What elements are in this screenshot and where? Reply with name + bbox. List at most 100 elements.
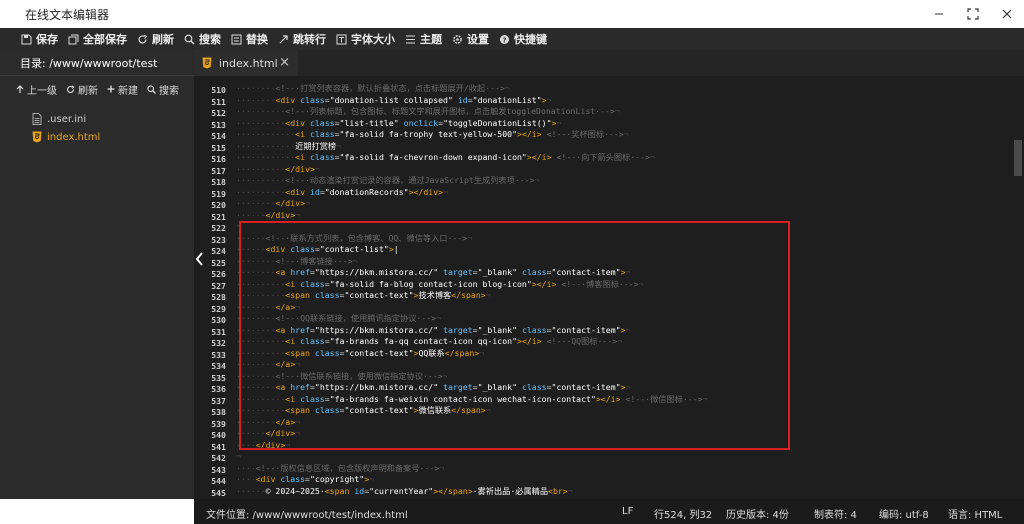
code-editor[interactable]: 510 511 512 513 514 515 516 517 518 519 … [194, 76, 1024, 499]
code-line[interactable]: ··········</div>¬ [236, 164, 320, 175]
refresh-icon [136, 33, 149, 46]
line-number: 539 [211, 418, 226, 429]
line-number: 543 [211, 464, 226, 475]
save-all-icon [67, 33, 80, 46]
line-number: 519 [211, 188, 226, 199]
code-line[interactable]: ····<div class="copyright">¬ [236, 474, 374, 485]
code-line[interactable]: ··········<!--·动态渲染打赏记录的容器，通过JavaScript生… [236, 175, 539, 186]
refresh-icon [66, 84, 75, 93]
vertical-scrollbar[interactable] [1011, 76, 1024, 499]
line-number: 510 [211, 85, 226, 95]
line-ending[interactable]: LF [622, 506, 633, 517]
highlight-annotation-box [239, 221, 790, 450]
parent-dir-label: 上一级 [27, 85, 57, 97]
refresh-label: 刷新 [152, 33, 174, 46]
shortcut-icon: ? [498, 33, 511, 46]
file-item-user-ini[interactable]: .user.ini [0, 110, 194, 128]
file-item-index-html[interactable]: index.html [0, 128, 194, 146]
title-bar: 在线文本编辑器 [0, 0, 1024, 28]
line-number: 538 [211, 407, 226, 417]
code-line[interactable]: ··········<!--·列表标题，包含图标、标题文字和展开图标，点击触发t… [236, 106, 620, 117]
line-number: 525 [211, 257, 226, 268]
line-number: 526 [211, 269, 226, 279]
sidebar-actions: 上一级 刷新 新建 搜索 [0, 76, 194, 102]
line-number: 514 [211, 131, 226, 141]
code-line[interactable]: ······</div>¬ [236, 210, 300, 221]
language[interactable]: 语言: HTML [948, 506, 1002, 521]
sidebar-search-label: 搜索 [159, 85, 179, 97]
line-number: 527 [211, 280, 226, 291]
refresh-button[interactable]: 刷新 [136, 28, 183, 50]
save-icon [20, 33, 33, 46]
file-location: 文件位置: /www/wwwroot/test/index.html [206, 510, 408, 521]
code-line[interactable]: ¬ [236, 451, 241, 462]
replace-button[interactable]: 替换 [230, 28, 277, 50]
search-icon [183, 33, 196, 46]
code-line[interactable]: ··········<div class="list-title" onclic… [236, 118, 561, 129]
replace-icon [230, 33, 243, 46]
arrow-up-icon [16, 84, 24, 93]
tab-bar: index.html × [194, 50, 1024, 76]
line-number: 517 [211, 165, 226, 176]
tab-size[interactable]: 制表符: 4 [814, 506, 857, 521]
settings-icon [451, 33, 464, 46]
line-number: 531 [211, 326, 226, 337]
cursor-position[interactable]: 行524, 列32 [654, 506, 712, 521]
code-line[interactable]: ········</div>¬ [236, 198, 310, 209]
save-button[interactable]: 保存 [20, 28, 67, 50]
save-label: 保存 [36, 33, 58, 46]
theme-button[interactable]: 主题 [404, 28, 451, 50]
line-number: 524 [211, 246, 226, 256]
window-title: 在线文本编辑器 [25, 7, 110, 22]
fullscreen-button[interactable] [956, 0, 990, 28]
line-number: 540 [211, 430, 226, 440]
settings-button[interactable]: 设置 [451, 28, 498, 50]
directory-path: 目录: /www/wwwroot/test [0, 50, 194, 76]
save-all-button[interactable]: 全部保存 [67, 28, 136, 50]
goto-line-button[interactable]: 跳转行 [277, 28, 335, 50]
sidebar-refresh-button[interactable]: 刷新 [66, 82, 98, 97]
settings-label: 设置 [467, 33, 489, 46]
code-line[interactable]: ············<i class="fa-solid fa-chevro… [236, 152, 655, 163]
parent-dir-button[interactable]: 上一级 [16, 82, 57, 97]
line-number: 544 [211, 476, 226, 486]
close-icon [1002, 9, 1012, 19]
tab-label: index.html [219, 56, 278, 70]
code-line[interactable]: ··········<div id="donationRecords"></di… [236, 187, 448, 198]
code-line[interactable]: ············近期打赏榜¬ [236, 141, 341, 152]
window-controls [922, 0, 1024, 28]
shortcut-button[interactable]: ? 快捷键 [498, 28, 556, 50]
history-versions[interactable]: 历史版本: 4份 [726, 506, 789, 521]
collapse-sidebar-toggle[interactable] [195, 251, 205, 269]
line-number: 542 [211, 453, 226, 463]
code-line[interactable]: ········<!--·打赏列表容器，默认折叠状态，点击标题展开/收起·-->… [236, 83, 510, 94]
code-line[interactable]: ············<i class="fa-solid fa-trophy… [236, 129, 629, 140]
svg-text:?: ? [502, 36, 506, 44]
encoding[interactable]: 编码: utf-8 [879, 506, 929, 521]
new-file-label: 新建 [118, 85, 138, 97]
new-file-button[interactable]: 新建 [107, 82, 138, 97]
file-name: .user.ini [47, 113, 87, 125]
search-icon [147, 84, 156, 94]
tab-close-icon[interactable]: × [279, 56, 290, 69]
status-bar: 文件位置: /www/wwwroot/test/index.html LF 行5… [194, 499, 1024, 524]
line-number: 518 [211, 177, 226, 187]
code-line[interactable]: ········<div class="donation-list collap… [236, 95, 552, 106]
close-window-button[interactable] [990, 0, 1024, 28]
font-size-button[interactable]: 字体大小 [335, 28, 404, 50]
code-line[interactable]: ······© 2024~2025·<span id="currentYear"… [236, 486, 573, 497]
scrollbar-thumb[interactable] [1014, 140, 1022, 176]
code-line[interactable]: ····<!--·版权信息区域，包含版权声明和备案号·-->¬ [236, 463, 444, 474]
minimize-button[interactable] [922, 0, 956, 28]
html5-icon [32, 131, 42, 143]
file-list: .user.ini index.html [0, 110, 194, 146]
search-button[interactable]: 搜索 [183, 28, 230, 50]
goto-line-label: 跳转行 [293, 33, 326, 46]
sidebar-search-button[interactable]: 搜索 [147, 82, 179, 97]
line-number: 532 [211, 338, 226, 348]
tab-index-html[interactable]: index.html × [194, 50, 298, 76]
shortcut-label: 快捷键 [514, 33, 547, 46]
line-number: 534 [211, 361, 226, 371]
line-number: 516 [211, 154, 226, 164]
goto-line-icon [277, 33, 290, 46]
